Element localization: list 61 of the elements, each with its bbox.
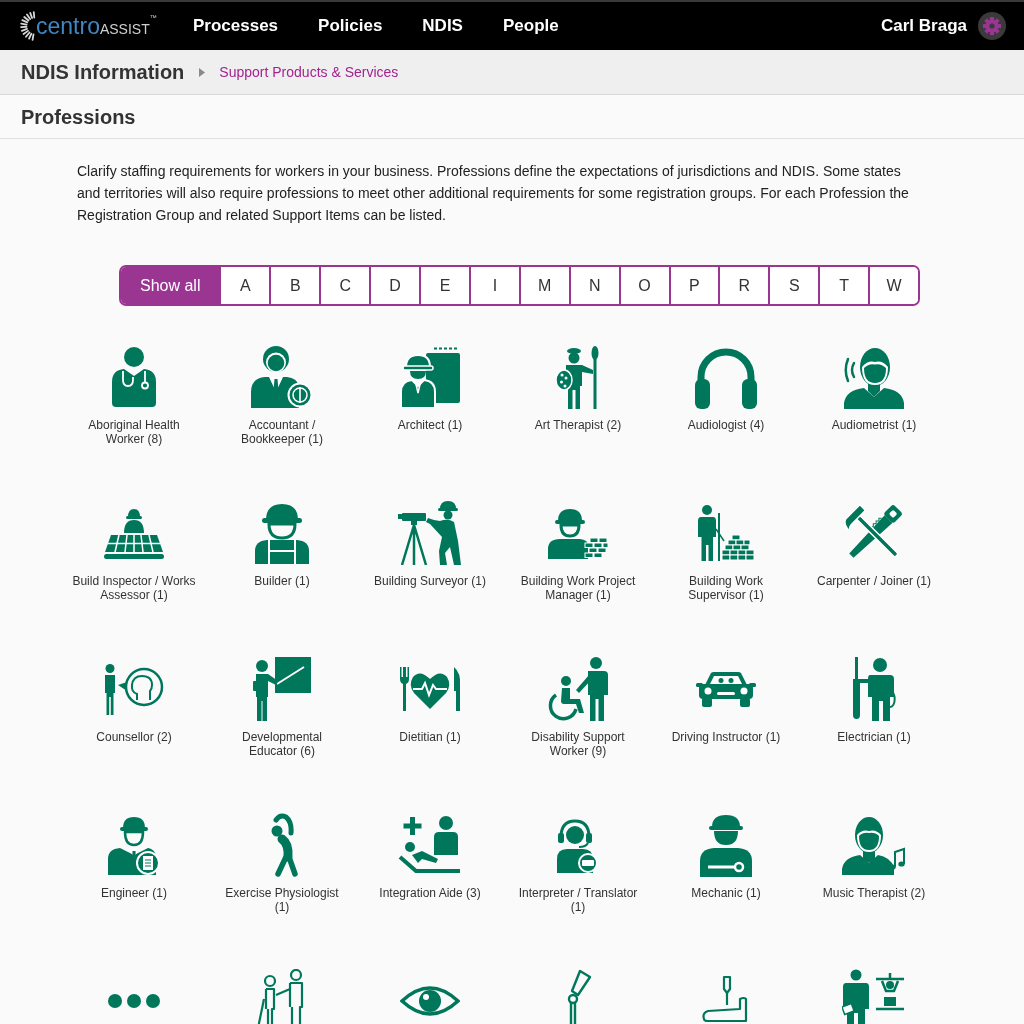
caret-icon <box>199 67 206 77</box>
profession-label[interactable]: Audiologist (4) <box>687 418 765 432</box>
three-dots-icon <box>108 994 160 1008</box>
profession-label[interactable]: Dietitian (1) <box>399 730 461 744</box>
settings-icon[interactable] <box>978 12 1006 40</box>
worker-with-blueprint-icon <box>400 346 460 408</box>
profession-label[interactable]: Electrician (1) <box>837 730 911 744</box>
mechanic-with-wrench-icon <box>700 813 752 877</box>
intro-paragraph: Clarify staffing requirements for workers in your business. Professions define the expectations of jurisdictions and NDIS. Some states and territories will also require professions to meet other additional requirements for some registration groups. For each Profession the Registration Group and related Support Items can be listed. <box>77 162 910 225</box>
profession-label[interactable]: Integration Aide (3) <box>379 886 481 900</box>
breadcrumb-link[interactable]: Support Products & Services <box>219 61 399 83</box>
person-with-speech-bubble-icon <box>104 663 164 715</box>
section-title: NDIS Information <box>21 60 185 85</box>
profession-label[interactable]: Disability Support Worker (9) <box>513 730 643 758</box>
profession-label[interactable]: Driving Instructor (1) <box>671 730 781 744</box>
profession-label[interactable]: Carpenter / Joiner (1) <box>816 574 931 588</box>
nav-link[interactable]: Policies <box>318 13 383 39</box>
profession-label[interactable]: Architect (1) <box>397 418 463 432</box>
profession-label[interactable]: Builder (1) <box>254 574 310 588</box>
person-with-music-note-icon <box>842 815 906 875</box>
letter-filter-tab[interactable]: Show all <box>121 267 220 304</box>
profession-label[interactable]: Building Work Project Manager (1) <box>513 574 643 602</box>
profession-label[interactable]: Engineer (1) <box>100 886 167 900</box>
letter-filter-tab[interactable]: W <box>868 267 918 304</box>
nav-link[interactable]: Processes <box>193 13 279 39</box>
person-beside-brick-stack-icon <box>698 505 754 561</box>
car-icon <box>696 671 756 707</box>
profession-label[interactable]: Building Work Supervisor (1) <box>661 574 791 602</box>
profession-label[interactable]: Accountant / Bookkeeper (1) <box>217 418 347 446</box>
person-with-headset-icon <box>557 817 599 873</box>
profession-label[interactable]: Art Therapist (2) <box>534 418 622 432</box>
person-with-screwdriver-icon <box>852 657 896 721</box>
profession-label[interactable]: Build Inspector / Works Assessor (1) <box>69 574 199 602</box>
profession-label[interactable]: Music Therapist (2) <box>822 886 926 900</box>
profession-label[interactable]: Aboriginal Health Worker (8) <box>69 418 199 446</box>
profession-label[interactable]: Mechanic (1) <box>691 886 761 900</box>
surveyor-with-tripod-icon <box>398 501 462 565</box>
fork-heart-knife-icon <box>398 665 462 713</box>
profession-label[interactable]: Exercise Physiologist (1) <box>217 886 347 914</box>
profession-label[interactable]: Audiometrist (1) <box>831 418 917 432</box>
user-name[interactable]: Carl Braga <box>881 13 967 39</box>
nav-link[interactable]: People <box>502 13 559 39</box>
businessman-with-coin-icon <box>251 346 313 408</box>
doctor-with-stethoscope-icon <box>112 347 156 407</box>
person-with-sound-waves-icon <box>842 345 906 409</box>
patient-with-carer-icon <box>398 815 462 875</box>
engineer-with-document-icon <box>108 815 160 875</box>
page-heading: Professions <box>21 104 136 130</box>
nav-link[interactable]: NDIS <box>422 13 463 39</box>
eye-icon <box>400 983 460 1019</box>
worker-on-platform-icon <box>104 507 164 559</box>
sunburst-logo-icon <box>20 11 36 41</box>
worker-with-bricks-icon <box>548 507 608 559</box>
profession-label[interactable]: Interpreter / Translator (1) <box>513 886 643 914</box>
wheelchair-assistance-icon <box>546 657 610 721</box>
painter-with-brush-icon <box>556 345 600 409</box>
profession-label[interactable]: Developmental Educator (6) <box>217 730 347 758</box>
builder-in-hard-hat-icon <box>253 502 311 564</box>
teacher-at-board-icon <box>253 657 311 721</box>
profession-label[interactable]: Building Surveyor (1) <box>373 574 487 588</box>
profession-label[interactable]: Counsellor (2) <box>96 730 172 744</box>
